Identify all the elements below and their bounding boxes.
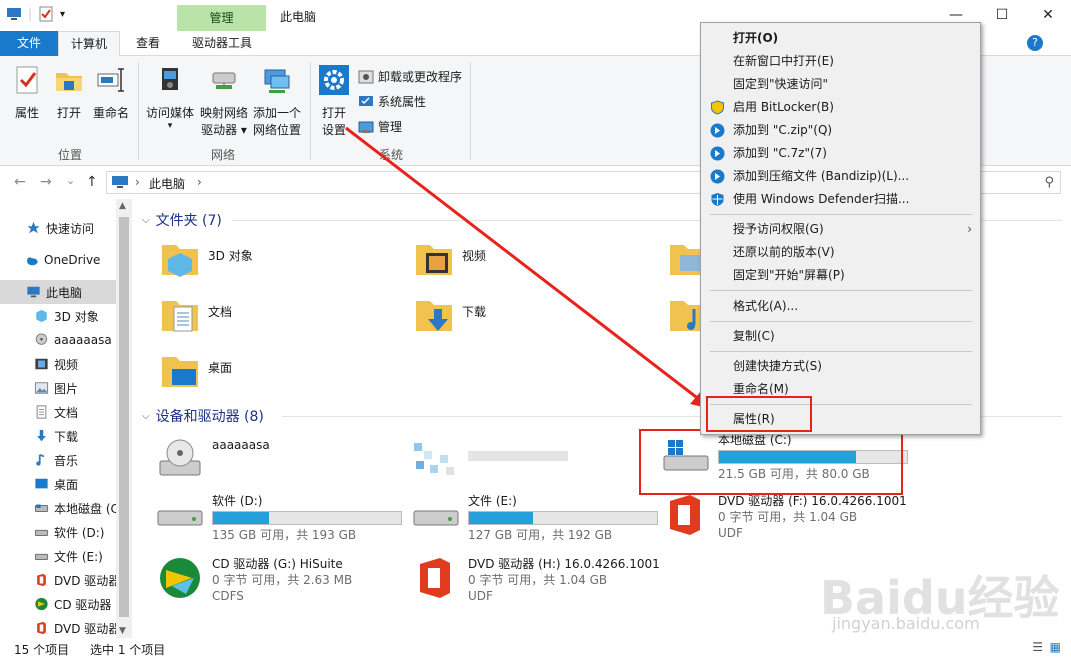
menu-item-open-new-window[interactable]: 在新窗口中打开(E) — [701, 50, 980, 73]
menu-item-copy[interactable]: 复制(C) — [701, 325, 980, 348]
menu-item-add-7z[interactable]: 添加到 "C.7z"(7) — [701, 142, 980, 165]
menu-separator — [710, 290, 972, 291]
baidu-watermark-url: jingyan.baidu.com — [832, 614, 980, 633]
highlight-box-properties — [706, 396, 812, 432]
menu-label: 启用 BitLocker(B) — [733, 100, 834, 114]
menu-label: 在新窗口中打开(E) — [733, 54, 834, 68]
menu-separator — [710, 351, 972, 352]
shield-icon — [711, 100, 724, 115]
menu-item-add-archive[interactable]: 添加到压缩文件 (Bandizip)(L)... — [701, 165, 980, 188]
menu-label: 添加到 "C.zip"(Q) — [733, 123, 833, 137]
menu-label: 固定到"快速访问" — [733, 77, 829, 91]
menu-label: 固定到"开始"屏幕(P) — [733, 268, 845, 282]
menu-label: 添加到压缩文件 (Bandizip)(L)... — [733, 169, 910, 183]
menu-item-pin-start[interactable]: 固定到"开始"屏幕(P) — [701, 264, 980, 287]
menu-label: 复制(C) — [733, 329, 775, 343]
menu-label: 添加到 "C.7z"(7) — [733, 146, 827, 160]
bandizip-icon — [710, 123, 725, 138]
menu-label: 还原以前的版本(V) — [733, 245, 835, 259]
menu-separator — [710, 214, 972, 215]
menu-label: 格式化(A)... — [733, 299, 799, 313]
menu-item-bitlocker[interactable]: 启用 BitLocker(B) — [701, 96, 980, 119]
menu-item-grant-access[interactable]: 授予访问权限(G) › — [701, 218, 980, 241]
bandizip-icon — [710, 146, 725, 161]
menu-item-restore-versions[interactable]: 还原以前的版本(V) — [701, 241, 980, 264]
menu-label: 打开(O) — [733, 31, 779, 45]
menu-item-defender-scan[interactable]: 使用 Windows Defender扫描... — [701, 188, 980, 211]
menu-item-create-shortcut[interactable]: 创建快捷方式(S) — [701, 355, 980, 378]
context-menu: 打开(O) 在新窗口中打开(E) 固定到"快速访问" 启用 BitLocker(… — [700, 22, 981, 435]
menu-separator — [710, 321, 972, 322]
menu-item-format[interactable]: 格式化(A)... — [701, 295, 980, 318]
menu-item-open[interactable]: 打开(O) — [701, 27, 980, 50]
menu-label: 授予访问权限(G) — [733, 222, 824, 236]
menu-label: 重命名(M) — [733, 382, 789, 396]
menu-item-pin-quick-access[interactable]: 固定到"快速访问" — [701, 73, 980, 96]
highlight-box-drive-c — [639, 429, 903, 495]
menu-item-add-zip[interactable]: 添加到 "C.zip"(Q) — [701, 119, 980, 142]
defender-icon — [711, 193, 724, 206]
menu-label: 使用 Windows Defender扫描... — [733, 192, 910, 206]
chevron-right-icon: › — [967, 222, 972, 236]
menu-label: 创建快捷方式(S) — [733, 359, 822, 373]
bandizip-icon — [710, 169, 725, 184]
